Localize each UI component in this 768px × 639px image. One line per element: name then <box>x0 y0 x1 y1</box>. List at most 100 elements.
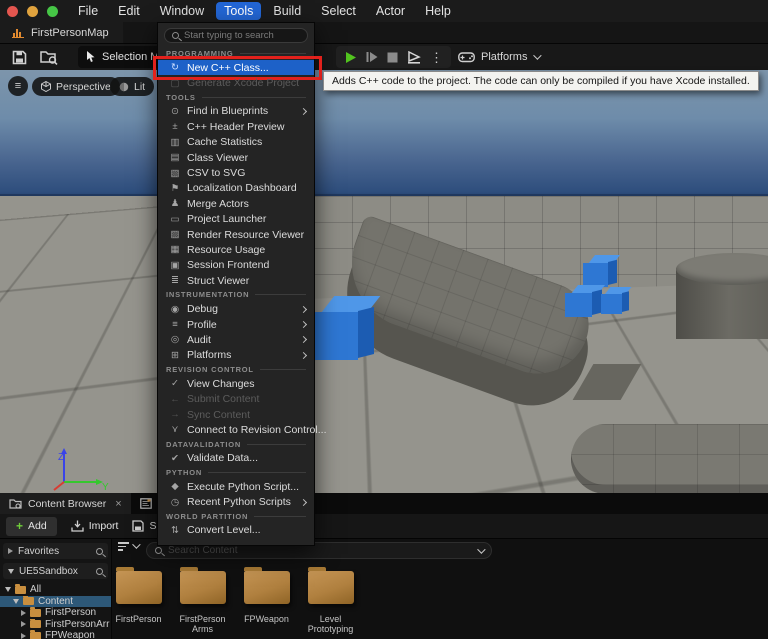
project-launcher-icon: ▭ <box>168 214 182 225</box>
menubar-item-edit[interactable]: Edit <box>110 2 148 20</box>
level-viewport[interactable]: Z Y ≡ Perspective Lit <box>0 70 768 493</box>
menu-item-view-changes[interactable]: ✓ View Changes <box>158 376 314 391</box>
play-controls: ⋮ <box>336 46 451 68</box>
actor-blue-cube-large[interactable] <box>312 296 374 360</box>
level-tab-label: FirstPersonMap <box>31 27 109 39</box>
search-icon[interactable] <box>96 548 103 555</box>
tree-item-all[interactable]: All <box>0 584 111 596</box>
tree-item-content[interactable]: Content <box>0 596 111 608</box>
merge-actors-icon: ♟ <box>168 198 182 209</box>
actor-blue-cube-right[interactable] <box>601 287 629 314</box>
frame-skip-button[interactable] <box>366 51 378 63</box>
menubar-item-help[interactable]: Help <box>417 2 459 20</box>
actor-blue-cube-top[interactable] <box>583 255 617 287</box>
menu-item-session-frontend[interactable]: ▣ Session Frontend <box>158 258 314 273</box>
menu-item-recent-python-scripts[interactable]: ◷ Recent Python Scripts <box>158 494 314 509</box>
menu-item-csv-to-svg[interactable]: ▧ CSV to SVG <box>158 165 314 180</box>
tab-content-browser[interactable]: Content Browser × <box>0 493 131 514</box>
filter-button[interactable] <box>118 542 138 551</box>
cursor-icon <box>86 51 96 63</box>
folder-firstperson-arms[interactable]: FirstPerson Arms <box>172 571 233 635</box>
platforms-dropdown[interactable]: Platforms <box>452 46 545 68</box>
menu-item-resource-usage[interactable]: ▦ Resource Usage <box>158 242 314 257</box>
menubar-item-file[interactable]: File <box>70 2 106 20</box>
menubar-item-actor[interactable]: Actor <box>368 2 413 20</box>
viewport-options-button[interactable]: ≡ <box>8 76 28 96</box>
menu-item-debug[interactable]: ◉ Debug <box>158 301 314 316</box>
tree-item-firstpersonarms[interactable]: FirstPersonArr <box>0 619 111 631</box>
minimize-window-button[interactable] <box>27 6 38 17</box>
profile-icon: ≡ <box>168 319 182 330</box>
tree-item-fpweapon[interactable]: FPWeapon <box>0 630 111 639</box>
actor-cylinder[interactable] <box>676 253 768 339</box>
menubar-item-window[interactable]: Window <box>152 2 212 20</box>
lit-dropdown[interactable]: Lit <box>110 77 154 96</box>
menu-item-cache-statistics[interactable]: ▥ Cache Statistics <box>158 135 314 150</box>
submenu-arrow-icon <box>300 336 307 343</box>
add-button[interactable]: + Add <box>6 517 57 536</box>
menu-item-submit-content: ← Submit Content <box>158 391 314 406</box>
section-programming: PROGRAMMING <box>158 47 314 60</box>
menu-item-validate-data[interactable]: ✔ Validate Data... <box>158 451 314 466</box>
menu-item-audit[interactable]: ◎ Audit <box>158 332 314 347</box>
menu-item-class-viewer[interactable]: ▤ Class Viewer <box>158 150 314 165</box>
folder-firstperson[interactable]: FirstPerson <box>108 571 169 635</box>
level-tab-bar: FirstPersonMap <box>0 22 768 44</box>
close-icon[interactable]: × <box>115 498 121 510</box>
zoom-window-button[interactable] <box>47 6 58 17</box>
menubar-item-build[interactable]: Build <box>265 2 309 20</box>
menu-item-execute-python-script[interactable]: ◆ Execute Python Script... <box>158 479 314 494</box>
menubar-item-select[interactable]: Select <box>313 2 364 20</box>
menu-item-sync-content: → Sync Content <box>158 407 314 422</box>
menu-item-profile[interactable]: ≡ Profile <box>158 317 314 332</box>
menu-item-convert-level[interactable]: ⇅ Convert Level... <box>158 523 314 538</box>
stop-button[interactable] <box>387 52 398 63</box>
menu-item-new-cpp-class[interactable]: ↻ New C++ Class... <box>158 60 314 75</box>
menu-item-connect-revision-control[interactable]: ⋎ Connect to Revision Control... <box>158 422 314 437</box>
folder-fpweapon[interactable]: FPWeapon <box>236 571 297 635</box>
folder-icon <box>30 620 41 628</box>
collapse-arrow-icon[interactable] <box>8 569 14 574</box>
search-icon[interactable] <box>96 568 103 575</box>
perspective-dropdown[interactable]: Perspective <box>32 77 120 96</box>
import-button[interactable]: Import <box>71 520 119 532</box>
menu-item-render-resource-viewer[interactable]: ▨ Render Resource Viewer <box>158 227 314 242</box>
validate-data-icon: ✔ <box>168 453 182 464</box>
tooltip-text: Adds C++ code to the project. The code c… <box>332 75 750 87</box>
folder-tree: All Content FirstPerson FirstPersonArr F… <box>0 584 111 639</box>
python-icon: ◆ <box>168 481 182 492</box>
collection-header[interactable]: UE5Sandbox <box>3 563 108 579</box>
tab-firstpersonmap[interactable]: FirstPersonMap <box>0 22 123 43</box>
actor-rounded-slab[interactable] <box>571 424 768 493</box>
content-browser-icon <box>9 498 22 509</box>
cache-stats-icon: ▥ <box>168 137 182 148</box>
menu-item-find-in-blueprints[interactable]: ⊙ Find in Blueprints <box>158 104 314 119</box>
localization-icon: ⚑ <box>168 183 182 194</box>
revision-control-icon: ⋎ <box>168 424 182 435</box>
play-options-kebab[interactable]: ⋮ <box>430 51 443 64</box>
menu-item-struct-viewer[interactable]: ≣ Struct Viewer <box>158 273 314 288</box>
unreal-editor-window: File Edit Window Tools Build Select Acto… <box>0 0 768 639</box>
launch-button[interactable] <box>407 51 421 64</box>
tree-item-firstperson[interactable]: FirstPerson <box>0 607 111 619</box>
actor-blue-cube-left[interactable] <box>565 285 602 317</box>
menu-item-cpp-header-preview[interactable]: ± C++ Header Preview <box>158 119 314 134</box>
expand-arrow-icon[interactable] <box>8 548 13 554</box>
sphere-icon <box>119 82 129 92</box>
search-icon <box>172 32 179 39</box>
menu-item-project-launcher[interactable]: ▭ Project Launcher <box>158 212 314 227</box>
menu-item-localization-dashboard[interactable]: ⚑ Localization Dashboard <box>158 181 314 196</box>
menu-item-platforms[interactable]: ⊞ Platforms <box>158 348 314 363</box>
folder-level-prototyping[interactable]: Level Prototyping <box>300 571 361 635</box>
close-window-button[interactable] <box>7 6 18 17</box>
content-browser-shortcut-button[interactable] <box>38 47 60 67</box>
menu-item-merge-actors[interactable]: ♟ Merge Actors <box>158 196 314 211</box>
play-button[interactable] <box>344 51 357 64</box>
menubar-item-tools[interactable]: Tools <box>216 2 261 20</box>
add-label: Add <box>28 520 47 532</box>
save-button[interactable] <box>8 47 30 67</box>
menu-search-input[interactable]: Start typing to search <box>164 28 308 43</box>
favorites-header[interactable]: Favorites <box>3 543 108 559</box>
axis-gizmo: Z Y <box>46 442 110 493</box>
asset-grid: FirstPerson FirstPerson Arms FPWeapon Le… <box>108 571 361 635</box>
